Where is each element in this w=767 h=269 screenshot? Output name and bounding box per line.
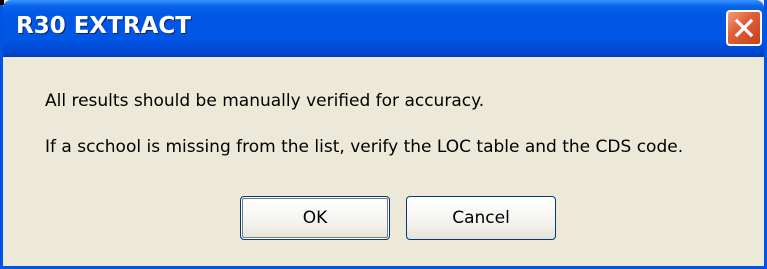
message-dialog: R30 EXTRACT All results should be manual… <box>0 0 767 269</box>
dialog-title: R30 EXTRACT <box>16 13 191 39</box>
message-line-accuracy: All results should be manually verified … <box>45 91 485 111</box>
close-icon <box>734 18 754 38</box>
message-line-missing-school: If a scchool is missing from the list, v… <box>45 137 684 157</box>
window-corner-mark <box>0 0 4 5</box>
cancel-button[interactable]: Cancel <box>406 196 556 240</box>
close-button[interactable] <box>726 10 762 46</box>
title-bar[interactable]: R30 EXTRACT <box>3 0 764 57</box>
ok-button[interactable]: OK <box>240 196 390 240</box>
